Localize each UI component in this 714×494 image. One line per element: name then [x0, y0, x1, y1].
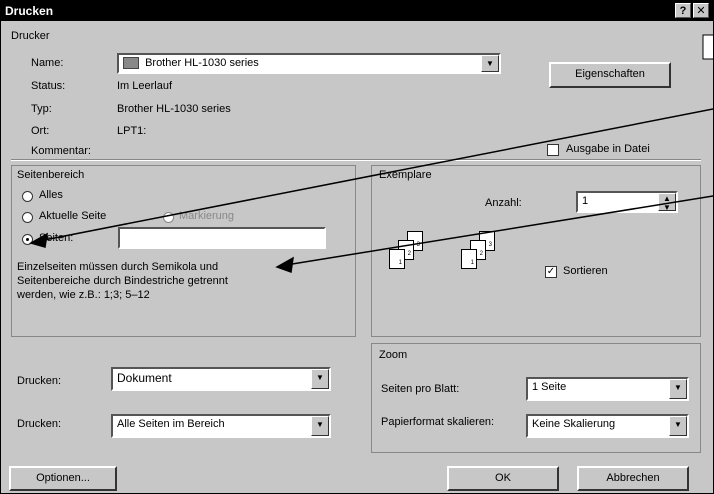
arrowhead-pages-radio [29, 232, 48, 248]
arrowhead-pages-input [275, 256, 294, 274]
arrow-to-pages-input [285, 195, 713, 266]
print-dialog: Drucken ? ✕ Drucker Name: Brother HL-103… [0, 0, 714, 494]
annotation-arrows [29, 34, 713, 274]
offscreen-page-fragment [702, 34, 713, 60]
arrow-to-pages-radio [38, 108, 713, 242]
